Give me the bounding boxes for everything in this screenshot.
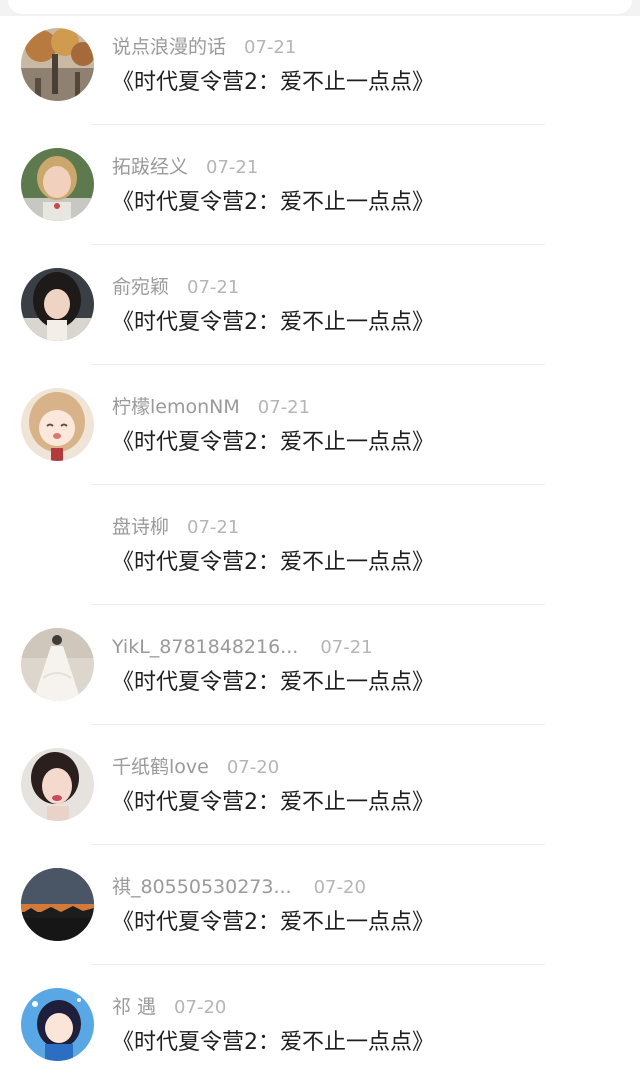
comment-meta: 说点浪漫的话 07-21 [112, 34, 296, 60]
comment-text: 《时代夏令营2：爱不止一点点》 [112, 550, 434, 575]
wedding-dress-avatar[interactable] [21, 628, 94, 701]
username[interactable]: 说点浪漫的话 [112, 34, 226, 60]
comment-meta: 盘诗柳 07-21 [112, 514, 239, 540]
sunset-avatar[interactable] [21, 868, 94, 941]
username[interactable]: 千纸鹤love [112, 754, 209, 780]
comment-meta: YikL_8781848216... 07-21 [112, 634, 373, 660]
comment-row[interactable]: 说点浪漫的话 07-21 《时代夏令营2：爱不止一点点》 [0, 0, 640, 125]
comment-date: 07-21 [187, 277, 240, 298]
username[interactable]: 祺_80550530273... [112, 874, 292, 900]
comment-text: 《时代夏令营2：爱不止一点点》 [112, 790, 434, 815]
comment-meta: 拓跋经义 07-21 [112, 154, 258, 180]
comment-text: 《时代夏令营2：爱不止一点点》 [112, 70, 434, 95]
comment-text: 《时代夏令营2：爱不止一点点》 [112, 310, 434, 335]
comment-meta: 柠檬lemonNM 07-21 [112, 394, 310, 420]
comment-row[interactable]: YikL_8781848216... 07-21 《时代夏令营2：爱不止一点点》 [0, 600, 640, 725]
username[interactable]: 祁 遇 [112, 994, 156, 1020]
comment-date: 07-21 [257, 397, 311, 418]
blonde-girl-avatar[interactable] [21, 148, 94, 221]
comment-row[interactable]: 千纸鹤love 07-20 《时代夏令营2：爱不止一点点》 [0, 720, 640, 845]
cartoon-blue-avatar[interactable] [21, 988, 94, 1061]
comment-meta: 千纸鹤love 07-20 [112, 754, 279, 780]
comment-text: 《时代夏令营2：爱不止一点点》 [112, 1030, 434, 1055]
comment-row[interactable]: 祺_80550530273... 07-20 《时代夏令营2：爱不止一点点》 [0, 840, 640, 965]
comment-date: 07-20 [226, 757, 280, 778]
blank-avatar[interactable] [21, 508, 94, 581]
username[interactable]: 俞宛颖 [112, 274, 169, 300]
username[interactable]: YikL_8781848216... [112, 634, 298, 660]
username[interactable]: 拓跋经义 [112, 154, 188, 180]
username[interactable]: 柠檬lemonNM [112, 394, 240, 420]
comment-meta: 祁 遇 07-20 [112, 994, 226, 1020]
comment-date: 07-20 [313, 877, 366, 898]
comment-text: 《时代夏令营2：爱不止一点点》 [112, 910, 434, 935]
anime-girl-avatar[interactable] [21, 388, 94, 461]
autumn-tree-avatar[interactable] [21, 28, 94, 101]
comment-row[interactable]: 俞宛颖 07-21 《时代夏令营2：爱不止一点点》 [0, 240, 640, 365]
comment-date: 07-20 [174, 997, 227, 1018]
comment-text: 《时代夏令营2：爱不止一点点》 [112, 670, 434, 695]
dark-hair-girl-avatar[interactable] [21, 268, 94, 341]
comment-date: 07-21 [244, 37, 297, 58]
short-hair-woman-avatar[interactable] [21, 748, 94, 821]
comment-meta: 祺_80550530273... 07-20 [112, 874, 366, 900]
comment-row[interactable]: 拓跋经义 07-21 《时代夏令营2：爱不止一点点》 [0, 120, 640, 245]
comment-row[interactable]: 祁 遇 07-20 《时代夏令营2：爱不止一点点》 [0, 960, 640, 1080]
comment-date: 07-21 [187, 517, 240, 538]
comment-date: 07-21 [320, 637, 373, 658]
comment-row[interactable]: 柠檬lemonNM 07-21 《时代夏令营2：爱不止一点点》 [0, 360, 640, 485]
comment-text: 《时代夏令营2：爱不止一点点》 [112, 190, 434, 215]
comment-date: 07-21 [206, 157, 259, 178]
comment-text: 《时代夏令营2：爱不止一点点》 [112, 430, 434, 455]
username[interactable]: 盘诗柳 [112, 514, 169, 540]
comment-row[interactable]: 盘诗柳 07-21 《时代夏令营2：爱不止一点点》 [0, 480, 640, 605]
comment-meta: 俞宛颖 07-21 [112, 274, 239, 300]
